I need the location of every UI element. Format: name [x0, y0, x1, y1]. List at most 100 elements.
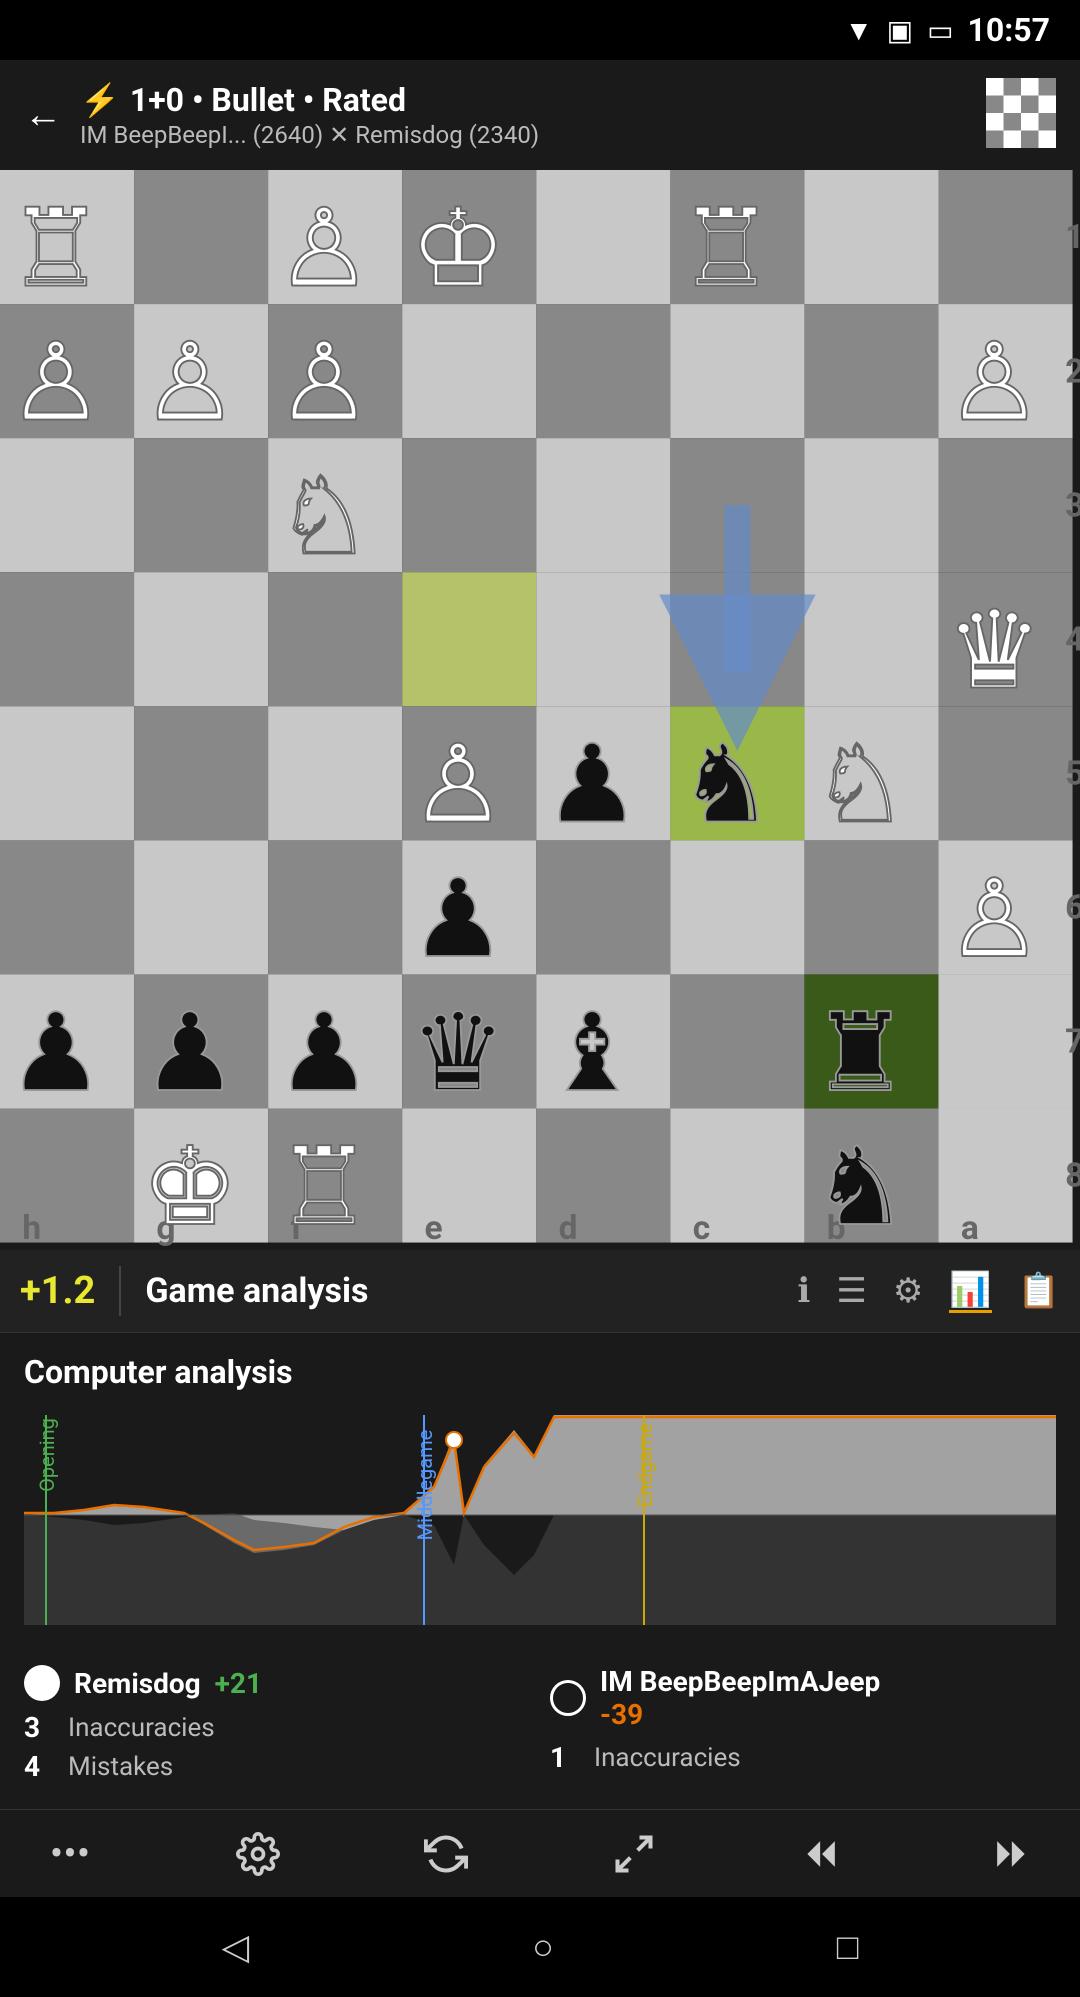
nav-bar: ◁ ○ □ — [0, 1897, 1080, 1997]
white-player-stats: Remisdog +21 3 Inaccuracies 4 Mistakes — [24, 1665, 530, 1789]
black-player-stats: IM BeepBeepImAJeep -39 1 Inaccuracies — [550, 1665, 1056, 1789]
back-button[interactable]: ← — [24, 93, 62, 137]
status-icons: ▼ ▣ ▭ 10:57 — [845, 11, 1050, 49]
computer-analysis-title: Computer analysis — [24, 1353, 1056, 1391]
white-player-name: Remisdog — [74, 1667, 201, 1700]
back-nav-button[interactable]: ◁ — [221, 1926, 249, 1968]
settings-button[interactable]: ⚙ — [893, 1271, 923, 1311]
home-nav-button[interactable]: ○ — [532, 1926, 554, 1968]
analysis-chart: Opening Middlegame Endgame — [24, 1405, 1056, 1625]
analysis-score: +1.2 — [20, 1269, 95, 1313]
white-inaccuracies-label: Inaccuracies — [68, 1713, 215, 1743]
bottom-toolbar: ••• — [0, 1809, 1080, 1897]
svg-text:♛: ♛ — [410, 991, 507, 1117]
white-mistakes-row: 4 Mistakes — [24, 1750, 530, 1783]
black-inaccuracies-label: Inaccuracies — [594, 1743, 741, 1773]
settings-toolbar-button[interactable] — [228, 1832, 288, 1876]
wifi-icon: ▼ — [845, 14, 873, 47]
white-player-name-row: Remisdog +21 — [24, 1665, 530, 1701]
header: ← ⚡ 1+0 • Bullet • Rated IM BeepBeepI...… — [0, 60, 1080, 170]
svg-text:♙: ♙ — [946, 321, 1043, 447]
info-button[interactable]: ℹ — [797, 1271, 810, 1311]
signal-icon: ▣ — [887, 14, 913, 47]
analysis-icons: ℹ ☰ ⚙ 📊 📋 — [797, 1270, 1060, 1313]
black-inaccuracies-count: 1 — [550, 1741, 580, 1774]
analysis-score-section: +1.2 Game analysis — [20, 1266, 368, 1316]
recents-nav-button[interactable]: □ — [837, 1926, 859, 1968]
svg-text:♙: ♙ — [276, 321, 373, 447]
svg-text:♛: ♛ — [946, 589, 1043, 715]
svg-text:8: 8 — [1065, 1157, 1080, 1196]
board-wrapper[interactable]: 1 2 3 4 5 6 7 8 h g f e d c b a ♖ ♙ ♔ — [0, 170, 1080, 1250]
svg-text:3: 3 — [1065, 486, 1080, 525]
prev-prev-button[interactable] — [792, 1832, 852, 1876]
shrink-button[interactable] — [604, 1832, 664, 1876]
chart-container[interactable]: Opening Middlegame Endgame — [24, 1405, 1056, 1625]
svg-text:a: a — [961, 1209, 979, 1248]
svg-text:♞: ♞ — [812, 1125, 909, 1250]
svg-text:Endgame: Endgame — [633, 1423, 657, 1507]
lightning-icon: ⚡ — [80, 81, 120, 119]
svg-text:♟: ♟ — [142, 991, 239, 1117]
black-player-name-row: IM BeepBeepImAJeep -39 — [550, 1665, 1056, 1731]
flip-button[interactable] — [416, 1832, 476, 1876]
white-player-dot — [24, 1665, 60, 1701]
chess-board[interactable]: 1 2 3 4 5 6 7 8 h g f e d c b a ♖ ♙ ♔ — [0, 170, 1080, 1250]
chart-button[interactable]: 📊 — [949, 1270, 991, 1313]
white-inaccuracies-row: 3 Inaccuracies — [24, 1711, 530, 1744]
status-time: 10:57 — [968, 11, 1050, 49]
svg-text:♝: ♝ — [544, 991, 641, 1117]
header-subtitle: IM BeepBeepI... (2640) ✕ Remisdog (2340) — [80, 121, 539, 149]
black-player-name: IM BeepBeepImAJeep — [600, 1665, 880, 1698]
svg-text:e: e — [425, 1209, 443, 1248]
svg-text:7: 7 — [1065, 1023, 1080, 1062]
black-player-dot — [550, 1680, 586, 1716]
header-title: ⚡ 1+0 • Bullet • Rated — [80, 81, 539, 119]
divider — [119, 1266, 121, 1316]
svg-text:6: 6 — [1065, 889, 1080, 928]
computer-analysis: Computer analysis Opening Middlegame — [0, 1333, 1080, 1655]
svg-text:♙: ♙ — [410, 723, 507, 849]
svg-text:4: 4 — [1065, 620, 1080, 659]
svg-text:c: c — [693, 1209, 710, 1248]
white-mistakes-count: 4 — [24, 1750, 54, 1783]
header-right — [986, 78, 1056, 152]
black-player-score: -39 — [600, 1698, 880, 1731]
status-bar: ▼ ▣ ▭ 10:57 — [0, 0, 1080, 60]
header-info: ⚡ 1+0 • Bullet • Rated IM BeepBeepI... (… — [80, 81, 539, 149]
checkerboard-icon[interactable] — [986, 78, 1056, 148]
black-inaccuracies-row: 1 Inaccuracies — [550, 1741, 1056, 1774]
svg-text:♜: ♜ — [812, 991, 909, 1117]
player-stats: Remisdog +21 3 Inaccuracies 4 Mistakes I… — [0, 1655, 1080, 1799]
svg-text:♚: ♚ — [142, 1125, 239, 1250]
white-player-score: +21 — [215, 1667, 262, 1700]
chess-board-container: 1 2 3 4 5 6 7 8 h g f e d c b a ♖ ♙ ♔ — [0, 170, 1080, 1250]
svg-text:h: h — [22, 1209, 41, 1248]
svg-text:♖: ♖ — [7, 186, 104, 312]
svg-text:♔: ♔ — [410, 186, 507, 312]
white-inaccuracies-count: 3 — [24, 1711, 54, 1744]
svg-text:♟: ♟ — [7, 991, 104, 1117]
svg-text:2: 2 — [1065, 352, 1080, 391]
book-button[interactable]: 📋 — [1018, 1271, 1060, 1311]
menu-button[interactable]: ••• — [40, 1830, 100, 1877]
svg-text:♙: ♙ — [276, 186, 373, 312]
header-left: ← ⚡ 1+0 • Bullet • Rated IM BeepBeepI...… — [24, 81, 539, 149]
svg-text:5: 5 — [1065, 754, 1080, 793]
analysis-label: Game analysis — [145, 1271, 368, 1311]
svg-text:1: 1 — [1065, 218, 1080, 257]
svg-text:♟: ♟ — [410, 857, 507, 983]
svg-text:♙: ♙ — [7, 321, 104, 447]
battery-icon: ▭ — [927, 14, 953, 47]
analysis-bar: +1.2 Game analysis ℹ ☰ ⚙ 📊 📋 — [0, 1250, 1080, 1333]
svg-text:♙: ♙ — [946, 857, 1043, 983]
svg-text:d: d — [559, 1209, 578, 1248]
svg-text:♖: ♖ — [276, 1125, 373, 1250]
svg-text:♘: ♘ — [812, 723, 909, 849]
svg-text:♞: ♞ — [678, 723, 775, 849]
next-next-button[interactable] — [980, 1832, 1040, 1876]
svg-text:Opening: Opening — [35, 1418, 59, 1492]
svg-text:♟: ♟ — [544, 723, 641, 849]
svg-text:♖: ♖ — [678, 186, 775, 312]
list-button[interactable]: ☰ — [836, 1271, 866, 1311]
